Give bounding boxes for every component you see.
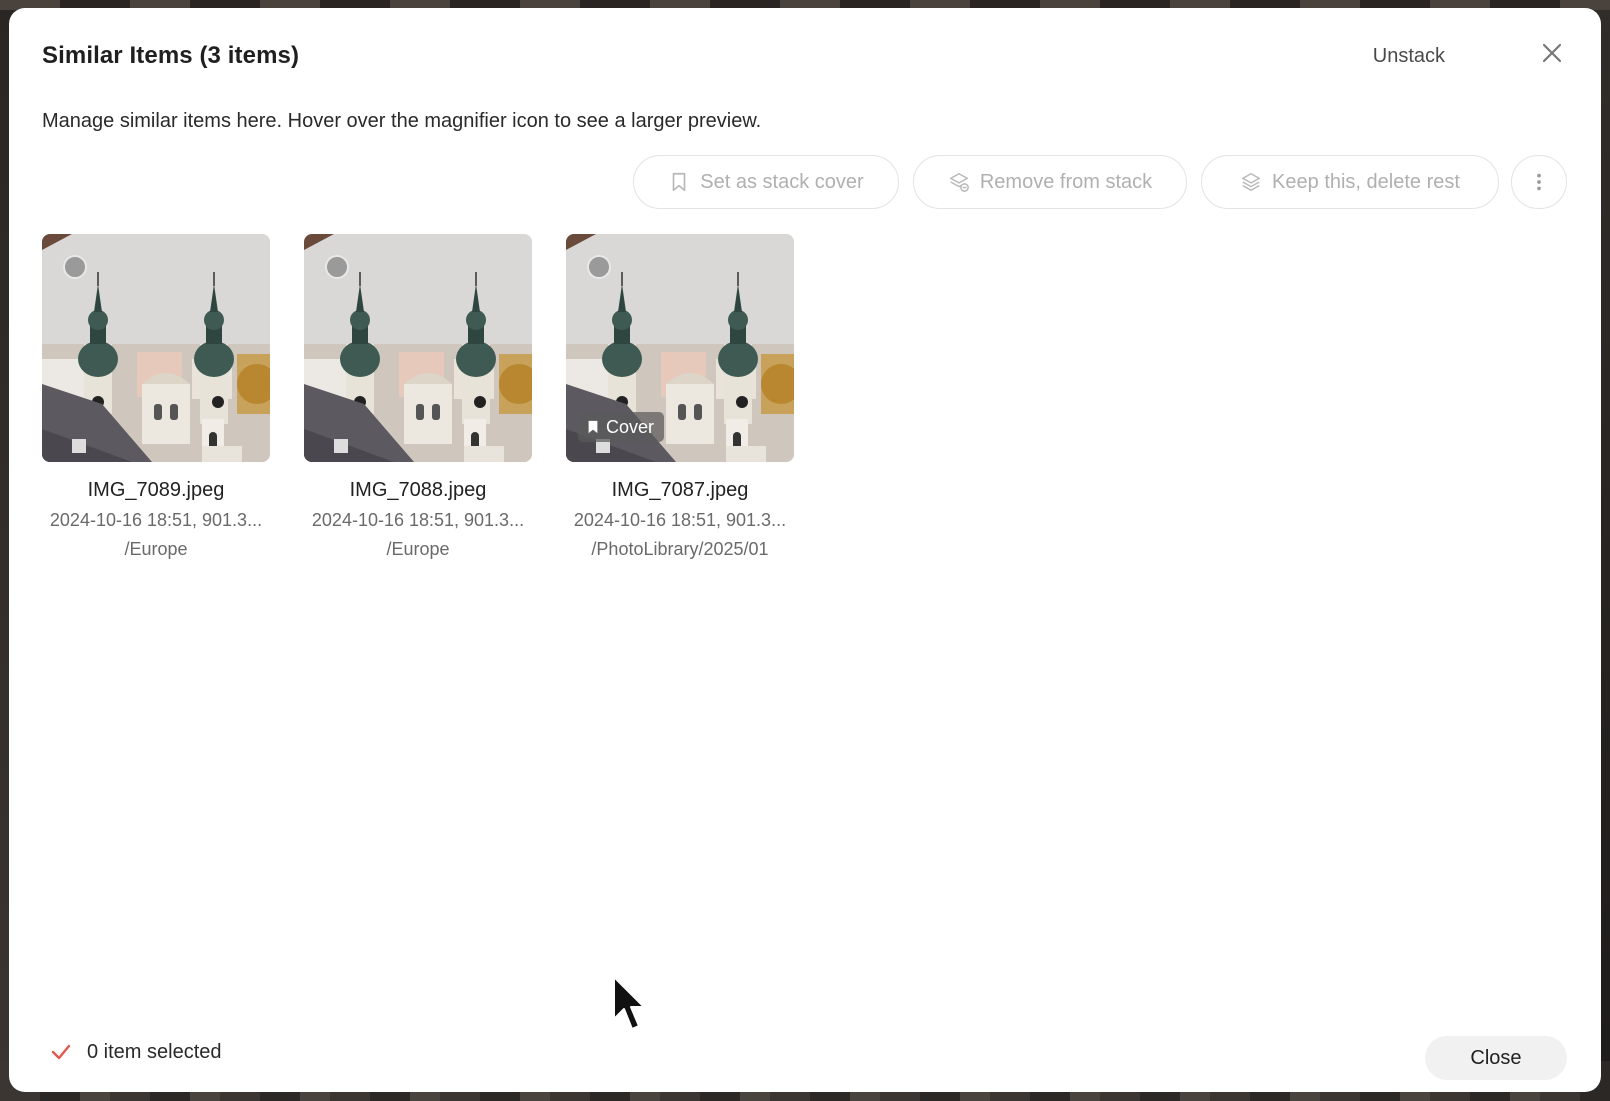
item-meta: 2024-10-16 18:51, 901.3... — [49, 510, 263, 530]
similar-items-dialog: Similar Items (3 items) Unstack Manage s… — [9, 8, 1601, 1092]
item-path: /PhotoLibrary/2025/01 — [591, 539, 769, 559]
check-icon — [51, 1044, 71, 1060]
item-path: /Europe — [124, 539, 188, 559]
dialog-description: Manage similar items here. Hover over th… — [42, 110, 762, 132]
unstack-button[interactable]: Unstack — [1373, 45, 1445, 68]
item-card[interactable]: IMG_7088.jpeg 2024-10-16 18:51, 901.3...… — [304, 234, 532, 560]
bookmark-icon — [672, 172, 686, 192]
remove-from-stack-label: Remove from stack — [979, 170, 1153, 193]
select-radio[interactable] — [63, 255, 87, 279]
selection-status: 0 item selected — [49, 1040, 222, 1064]
item-filename: IMG_7087.jpeg — [611, 479, 749, 501]
set-stack-cover-button[interactable]: Set as stack cover — [633, 155, 899, 209]
item-thumbnail[interactable] — [304, 234, 532, 462]
item-card[interactable]: IMG_7089.jpeg 2024-10-16 18:51, 901.3...… — [42, 234, 270, 560]
item-meta: 2024-10-16 18:51, 901.3... — [311, 510, 525, 530]
cover-badge: Cover — [578, 412, 665, 442]
remove-from-stack-button[interactable]: Remove from stack — [913, 155, 1187, 209]
keep-delete-rest-button[interactable]: Keep this, delete rest — [1201, 155, 1499, 209]
item-meta: 2024-10-16 18:51, 901.3... — [573, 510, 787, 530]
mouse-cursor-icon — [613, 976, 645, 1030]
item-thumbnail[interactable]: Cover — [566, 234, 794, 462]
item-path: /Europe — [386, 539, 450, 559]
select-radio[interactable] — [325, 255, 349, 279]
close-button[interactable]: Close — [1425, 1036, 1567, 1080]
select-radio[interactable] — [587, 255, 611, 279]
set-stack-cover-label: Set as stack cover — [700, 170, 864, 193]
close-icon[interactable] — [1537, 38, 1567, 68]
item-filename: IMG_7089.jpeg — [87, 479, 225, 501]
item-card[interactable]: Cover IMG_7087.jpeg 2024-10-16 18:51, 90… — [566, 234, 794, 560]
keep-delete-rest-label: Keep this, delete rest — [1272, 170, 1460, 193]
cover-badge-label: Cover — [606, 416, 655, 437]
more-vertical-icon — [1537, 173, 1541, 191]
item-filename: IMG_7088.jpeg — [349, 479, 487, 501]
selected-count: 0 item selected — [87, 1040, 222, 1063]
dialog-title: Similar Items (3 items) — [42, 42, 300, 69]
stack-layers-icon — [1242, 173, 1261, 192]
item-thumbnail[interactable] — [42, 234, 270, 462]
more-options-button[interactable] — [1511, 155, 1567, 209]
bookmark-icon — [588, 420, 598, 434]
stack-remove-icon — [949, 173, 969, 192]
